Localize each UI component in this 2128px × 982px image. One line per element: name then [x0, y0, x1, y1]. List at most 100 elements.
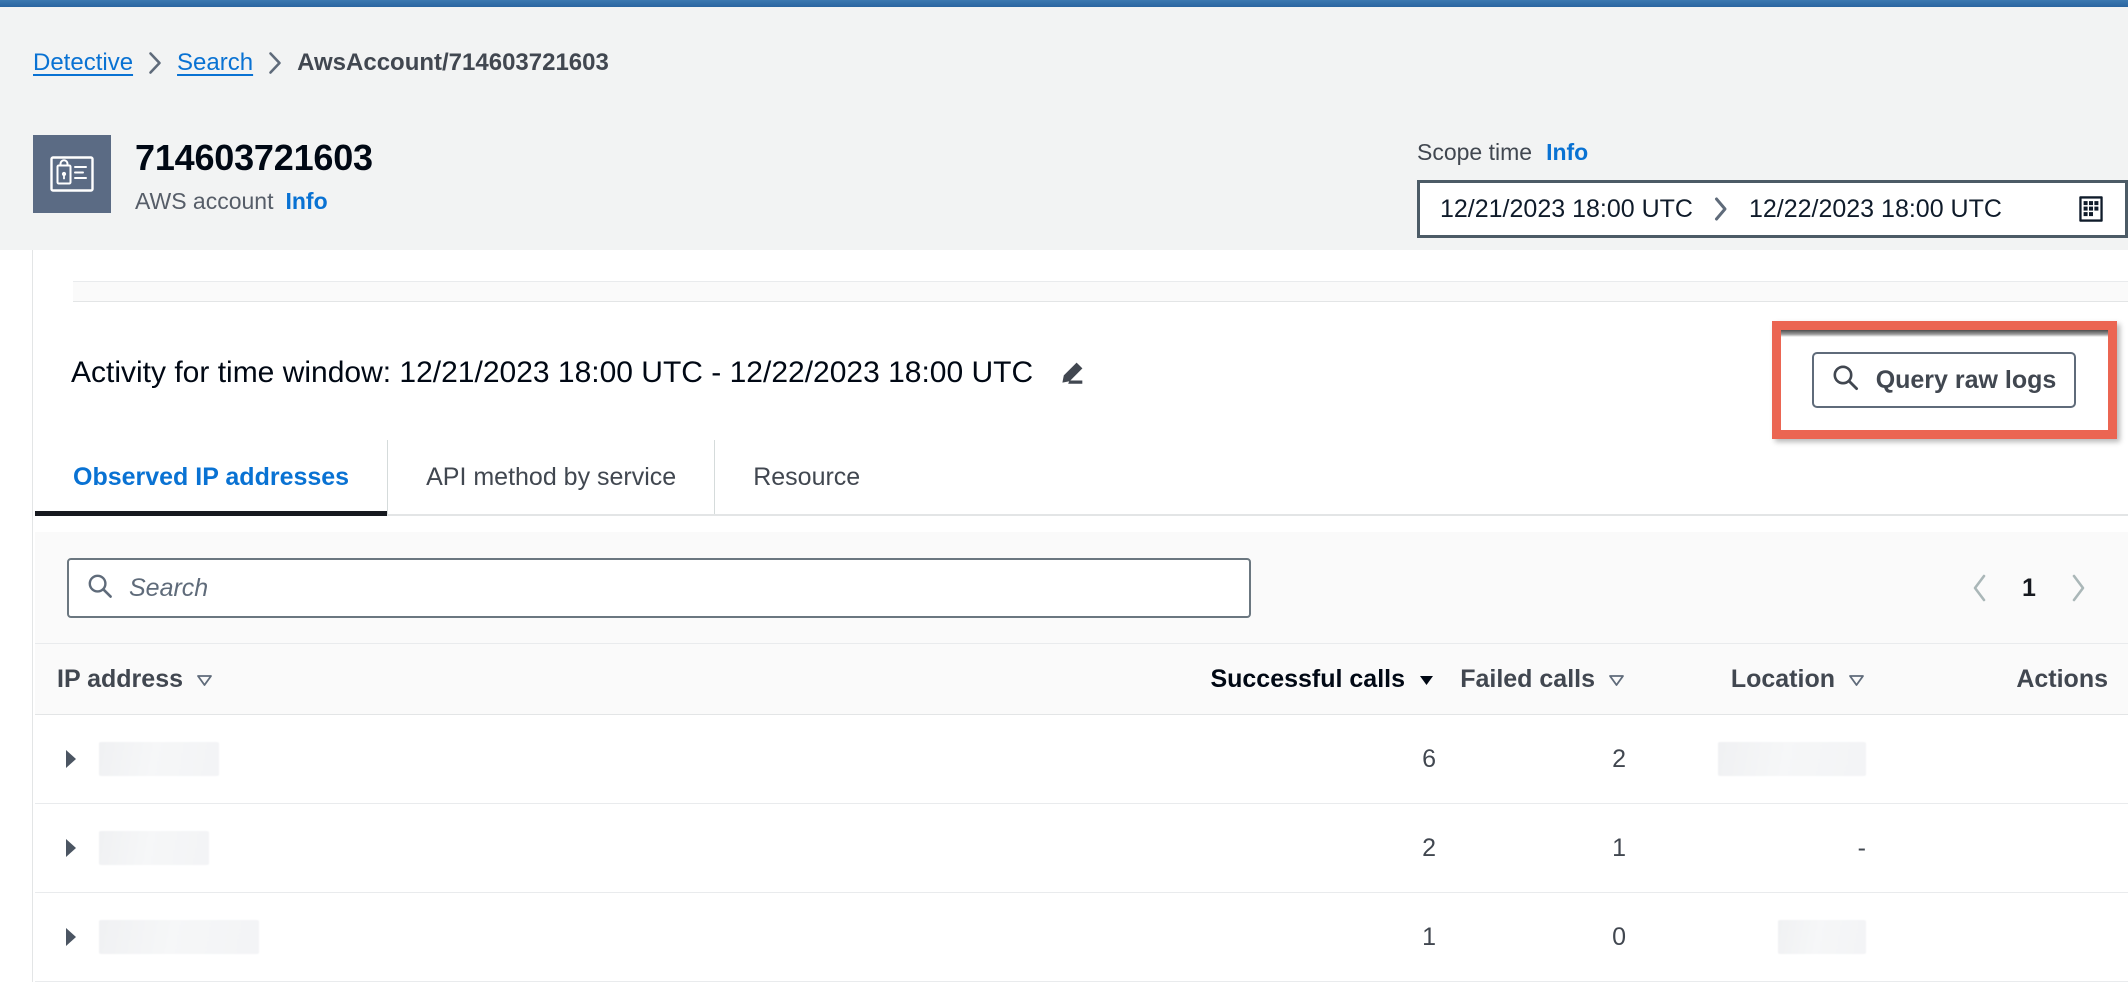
- scope-time-info-link[interactable]: Info: [1546, 139, 1588, 166]
- query-raw-logs-button[interactable]: Query raw logs: [1812, 352, 2076, 408]
- cell-ip-address: [35, 920, 1221, 954]
- chevron-right-icon: [133, 51, 177, 75]
- entity-subtitle-row: AWS account Info: [135, 188, 373, 215]
- search-icon: [1832, 364, 1859, 396]
- search-icon: [87, 573, 113, 604]
- column-header-failed-calls[interactable]: Failed calls: [1446, 665, 1634, 693]
- search-input[interactable]: Search: [67, 558, 1251, 618]
- chevron-left-icon[interactable]: [1954, 562, 2006, 614]
- column-header-ip-address-label-wrap: IP address: [57, 665, 214, 693]
- range-separator-icon: [1693, 196, 1749, 222]
- activity-heading-row: Activity for time window: 12/21/2023 18:…: [71, 355, 1089, 391]
- detective-account-profile-page: Detective Search AwsAccount/714603721603: [0, 0, 2128, 982]
- clipped-panel-above: [73, 281, 2128, 302]
- column-header-successful-calls[interactable]: Successful calls: [1210, 665, 1446, 693]
- breadcrumb: Detective Search AwsAccount/714603721603: [33, 49, 609, 77]
- column-header-failed-calls-label: Failed calls: [1460, 665, 1595, 693]
- cell-successful-calls-value: 1: [1422, 923, 1436, 951]
- cell-failed-calls: 1: [1446, 834, 1634, 862]
- column-header-successful-calls-label: Successful calls: [1210, 665, 1405, 693]
- page-header: Detective Search AwsAccount/714603721603: [0, 7, 2128, 250]
- scope-time-label: Scope time: [1417, 139, 1533, 165]
- table-row[interactable]: 1 0: [35, 893, 2128, 982]
- breadcrumb-item-current: AwsAccount/714603721603: [297, 49, 609, 76]
- column-header-location[interactable]: Location: [1634, 665, 1894, 693]
- entity-info-link[interactable]: Info: [285, 188, 327, 215]
- entity-type-label: AWS account: [135, 188, 274, 214]
- redacted-ip-address: [99, 920, 259, 954]
- cell-failed-calls: 2: [1446, 745, 1634, 773]
- column-header-actions: Actions: [1894, 665, 2128, 693]
- cell-successful-calls: 6: [1221, 745, 1446, 773]
- cell-failed-calls: 0: [1446, 923, 1634, 951]
- caret-right-icon[interactable]: [57, 745, 85, 773]
- cell-successful-calls-value: 6: [1422, 745, 1436, 773]
- tab-observed-ip-addresses-label: Observed IP addresses: [73, 463, 350, 491]
- scope-time-label-row: Scope time Info: [1417, 139, 2128, 166]
- chevron-right-icon[interactable]: [2052, 562, 2104, 614]
- query-raw-logs-label: Query raw logs: [1875, 366, 2057, 394]
- column-header-failed-calls-label-wrap: Failed calls: [1460, 665, 1626, 693]
- highlight-inner-shade: [1781, 330, 2108, 337]
- entity-header: 714603721603 AWS account Info: [33, 135, 373, 215]
- sort-caret-icon: [1847, 670, 1866, 689]
- search-input-placeholder: Search: [129, 574, 209, 602]
- cell-failed-calls-value: 2: [1612, 745, 1626, 773]
- redacted-location: [1718, 742, 1866, 776]
- top-accent-bar-gradient: [0, 0, 2128, 7]
- table-row[interactable]: 6 2: [35, 715, 2128, 804]
- scope-time-range-picker[interactable]: 12/21/2023 18:00 UTC 12/22/2023 18:00 UT…: [1417, 180, 2128, 238]
- redacted-ip-address: [99, 831, 209, 865]
- tab-observed-ip-addresses[interactable]: Observed IP addresses: [35, 440, 389, 516]
- activity-tabs: Observed IP addresses API method by serv…: [35, 440, 2128, 516]
- calendar-icon[interactable]: [2075, 193, 2107, 225]
- redacted-ip-address: [99, 742, 219, 776]
- cell-location: [1634, 742, 1894, 776]
- caret-right-icon[interactable]: [57, 923, 85, 951]
- table-toolbar: Search 1: [35, 532, 2128, 644]
- scope-time-start-value[interactable]: 12/21/2023 18:00 UTC: [1440, 195, 1693, 223]
- table-pagination: 1: [1954, 562, 2104, 614]
- scope-time-control: Scope time Info 12/21/2023 18:00 UTC 12/…: [1417, 139, 2128, 238]
- cell-successful-calls: 1: [1221, 923, 1446, 951]
- cell-successful-calls: 2: [1221, 834, 1446, 862]
- breadcrumb-item-detective[interactable]: Detective: [33, 49, 133, 77]
- cell-failed-calls-value: 0: [1612, 923, 1626, 951]
- cell-successful-calls-value: 2: [1422, 834, 1436, 862]
- chevron-right-icon: [253, 51, 297, 75]
- top-accent-bar: [0, 0, 2128, 7]
- cell-failed-calls-value: 1: [1612, 834, 1626, 862]
- breadcrumb-item-search[interactable]: Search: [177, 49, 253, 77]
- sort-caret-icon: [195, 670, 214, 689]
- redacted-location: [1778, 920, 1866, 954]
- column-header-ip-address[interactable]: IP address: [35, 665, 1221, 693]
- cell-location: -: [1634, 834, 1894, 862]
- cell-ip-address: [35, 831, 1221, 865]
- activity-time-window-title: Activity for time window: 12/21/2023 18:…: [71, 356, 1034, 389]
- entity-text-block: 714603721603 AWS account Info: [135, 135, 373, 215]
- cell-ip-address: [35, 742, 1221, 776]
- caret-right-icon[interactable]: [57, 834, 85, 862]
- table-row[interactable]: 2 1 -: [35, 804, 2128, 893]
- observed-ip-addresses-table: IP address Successful calls Failed calls…: [35, 644, 2128, 982]
- column-header-successful-calls-label-wrap: Successful calls: [1210, 665, 1436, 693]
- tab-resource-label: Resource: [753, 463, 861, 491]
- pagination-page-1[interactable]: 1: [2006, 574, 2052, 603]
- tab-resource[interactable]: Resource: [715, 440, 898, 514]
- tab-api-method-by-service-label: API method by service: [426, 463, 677, 491]
- column-header-location-label: Location: [1730, 665, 1835, 693]
- page-title: 714603721603: [135, 137, 373, 178]
- aws-account-badge-icon: [33, 135, 111, 213]
- cell-location: [1634, 920, 1894, 954]
- cell-location-value: -: [1857, 834, 1866, 862]
- pencil-edit-icon[interactable]: [1055, 356, 1089, 390]
- scope-time-end-value[interactable]: 12/22/2023 18:00 UTC: [1749, 195, 2002, 223]
- content-left-rail: [0, 250, 33, 982]
- column-header-location-label-wrap: Location: [1731, 665, 1866, 693]
- tab-api-method-by-service[interactable]: API method by service: [388, 440, 716, 514]
- column-header-ip-address-label: IP address: [57, 665, 184, 693]
- table-header-row: IP address Successful calls Failed calls…: [35, 644, 2128, 715]
- sort-caret-descending-icon: [1417, 670, 1436, 689]
- sort-caret-icon: [1607, 670, 1626, 689]
- column-header-actions-label: Actions: [2016, 665, 2108, 693]
